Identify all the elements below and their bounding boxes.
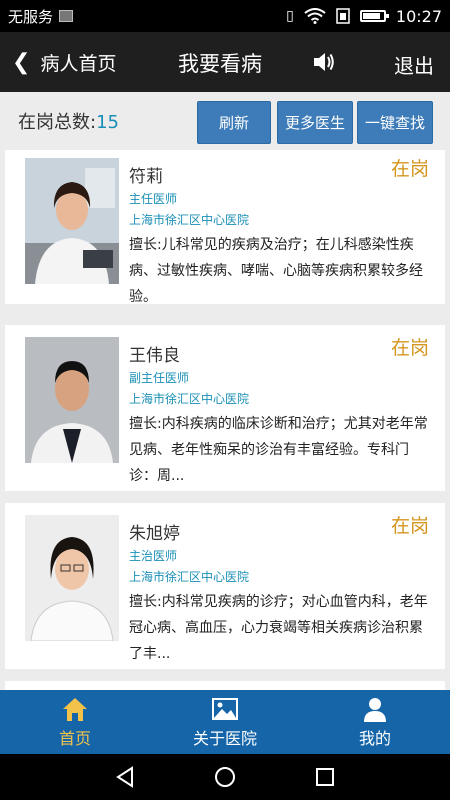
- doctor-specialty: 擅长:内科疾病的临床诊断和治疗；尤其对老年常见病、老年性痴呆的诊治有丰富经验。专…: [129, 416, 428, 484]
- more-doctors-button[interactable]: 更多医生: [277, 101, 353, 144]
- duty-status-badge: 在岗: [390, 158, 429, 180]
- image-icon: [212, 698, 238, 720]
- logout-button[interactable]: 退出: [394, 50, 434, 79]
- doctor-hospital: 上海市徐汇区中心医院: [129, 392, 250, 406]
- doctor-hospital: 上海市徐汇区中心医院: [129, 213, 250, 227]
- doctor-name: 符莉: [129, 167, 163, 187]
- tab-home[interactable]: 首页: [0, 690, 150, 754]
- back-label: 病人首页: [40, 52, 117, 75]
- tab-about-hospital-label: 关于医院: [192, 729, 257, 748]
- vibrate-icon: ▯: [286, 8, 294, 24]
- system-navigation-bar: [0, 754, 450, 800]
- on-duty-count-label: 在岗总数:: [18, 112, 97, 133]
- doctor-name: 朱旭婷: [129, 524, 180, 544]
- bottom-tab-bar: 首页 关于医院 我的: [0, 690, 450, 754]
- doctor-photo: [25, 158, 119, 284]
- nav-home-icon[interactable]: [214, 766, 236, 788]
- system-status-bar: 无服务 ▯ 10:27: [0, 0, 450, 32]
- app-header: ❮ 病人首页 我要看病 退出: [0, 32, 450, 92]
- doctor-photo: [25, 337, 119, 463]
- doctor-card[interactable]: 符莉 主任医师 上海市徐汇区中心医院 擅长:儿科常见的疾病及治疗；在儿科感染性疾…: [5, 150, 445, 305]
- doctor-title: 主治医师: [129, 549, 178, 563]
- doctor-list[interactable]: 符莉 主任医师 上海市徐汇区中心医院 擅长:儿科常见的疾病及治疗；在儿科感染性疾…: [0, 150, 450, 690]
- home-icon: [63, 698, 87, 721]
- duty-status-badge: 在岗: [390, 515, 429, 537]
- on-duty-count-value: 15: [96, 112, 119, 133]
- doctor-hospital: 上海市徐汇区中心医院: [129, 570, 250, 584]
- on-duty-count-bar: 在岗总数:15 刷新 更多医生 一键查找: [0, 92, 450, 148]
- one-click-search-button[interactable]: 一键查找: [357, 101, 433, 144]
- sim-card-icon: [336, 8, 350, 24]
- doctor-specialty: 擅长:内科常见疾病的诊疗；对心血管内科，老年冠心病、高血压，心力衰竭等相关疾病诊…: [129, 594, 428, 662]
- page-title: 我要看病: [178, 52, 262, 76]
- on-duty-count: 在岗总数:15: [18, 108, 119, 134]
- refresh-button[interactable]: 刷新: [197, 101, 271, 144]
- clock-time: 10:27: [395, 6, 442, 26]
- chevron-left-icon: ❮: [12, 49, 31, 75]
- tab-mine-label: 我的: [358, 729, 391, 748]
- doctor-name: 王伟良: [129, 346, 180, 366]
- sim-icon: [59, 10, 74, 22]
- doctor-specialty: 擅长:儿科常见的疾病及治疗；在儿科感染性疾病、过敏性疾病、哮喘、心脑等疾病积累较…: [129, 237, 423, 305]
- tab-home-label: 首页: [58, 729, 91, 748]
- wifi-icon: [304, 8, 326, 24]
- tab-about-hospital[interactable]: 关于医院: [150, 690, 300, 754]
- doctor-card[interactable]: 王伟良 副主任医师 上海市徐汇区中心医院 擅长:内科疾病的临床诊断和治疗；尤其对…: [5, 325, 445, 491]
- doctor-card[interactable]: [5, 681, 445, 690]
- nav-recents-icon[interactable]: [314, 766, 336, 788]
- battery-icon: [359, 10, 389, 22]
- doctor-card[interactable]: 朱旭婷 主治医师 上海市徐汇区中心医院 擅长:内科常见疾病的诊疗；对心血管内科，…: [5, 503, 445, 669]
- back-button[interactable]: ❮ 病人首页: [0, 49, 116, 76]
- duty-status-badge: 在岗: [390, 337, 429, 359]
- doctor-photo: [25, 515, 119, 641]
- user-icon: [364, 698, 386, 722]
- doctor-title: 主任医师: [129, 192, 178, 206]
- carrier-text: 无服务: [8, 7, 54, 26]
- tab-mine[interactable]: 我的: [300, 690, 450, 754]
- doctor-title: 副主任医师: [129, 371, 190, 385]
- nav-back-icon[interactable]: [114, 766, 136, 788]
- speaker-icon[interactable]: [312, 51, 336, 73]
